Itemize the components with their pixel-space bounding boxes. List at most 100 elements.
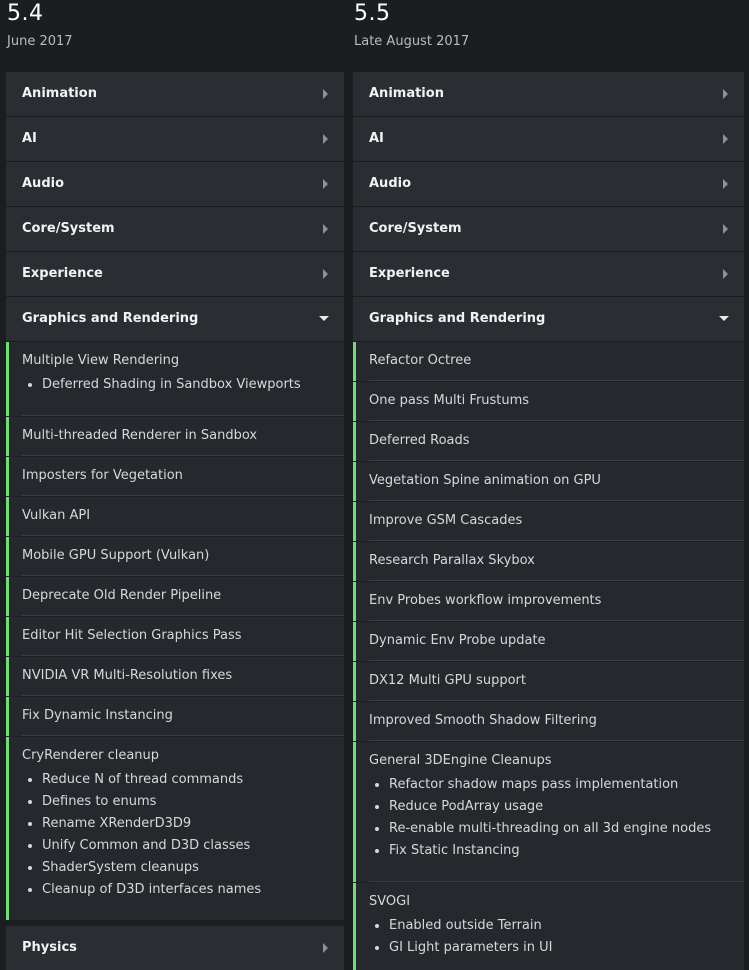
item-title: Improved Smooth Shadow Filtering bbox=[369, 713, 597, 728]
category-label: Audio bbox=[22, 176, 65, 191]
item-title: Dynamic Env Probe update bbox=[369, 633, 546, 648]
item-title: Vegetation Spine animation on GPU bbox=[369, 473, 601, 488]
category-experience[interactable]: Experience bbox=[6, 252, 344, 296]
category-graphics-rendering[interactable]: Graphics and Rendering bbox=[353, 297, 744, 341]
roadmap-item: NVIDIA VR Multi-Resolution fixes bbox=[6, 657, 344, 696]
category-animation[interactable]: Animation bbox=[353, 72, 744, 116]
category-ai[interactable]: AI bbox=[6, 117, 344, 161]
item-title: Multiple View Rendering bbox=[22, 353, 180, 368]
item-title: CryRenderer cleanup bbox=[22, 748, 160, 763]
category-ai[interactable]: AI bbox=[353, 117, 744, 161]
roadmap-items-list: Multiple View Rendering Deferred Shading… bbox=[6, 342, 344, 920]
item-title: Multi-threaded Renderer in Sandbox bbox=[22, 428, 258, 443]
roadmap-item: SVOGI Enabled outside Terrain GI Light p… bbox=[353, 883, 744, 970]
chevron-right-icon bbox=[723, 89, 728, 99]
version-number: 5.5 bbox=[354, 1, 391, 26]
chevron-right-icon bbox=[723, 224, 728, 234]
bullet-list: Enabled outside Terrain GI Light paramet… bbox=[369, 915, 744, 959]
roadmap-item: Fix Dynamic Instancing bbox=[6, 697, 344, 736]
category-audio[interactable]: Audio bbox=[353, 162, 744, 206]
category-label: Graphics and Rendering bbox=[369, 311, 546, 326]
roadmap-item: Imposters for Vegetation bbox=[6, 457, 344, 496]
chevron-right-icon bbox=[323, 89, 328, 99]
roadmap-item: General 3DEngine Cleanups Refactor shado… bbox=[353, 742, 744, 882]
roadmap-item: Dynamic Env Probe update bbox=[353, 622, 744, 661]
bullet-item: Unify Common and D3D classes bbox=[42, 835, 344, 857]
bullet-item: Reduce N of thread commands bbox=[42, 769, 344, 791]
bullet-item: GI Light parameters in UI bbox=[389, 937, 744, 959]
category-label: Graphics and Rendering bbox=[22, 311, 199, 326]
item-title: Env Probes workflow improvements bbox=[369, 593, 602, 608]
category-core-system[interactable]: Core/System bbox=[6, 207, 344, 251]
category-label: Core/System bbox=[22, 221, 115, 236]
bullet-list: Deferred Shading in Sandbox Viewports bbox=[22, 374, 344, 396]
category-label: Experience bbox=[369, 266, 450, 281]
roadmap-item: Vulkan API bbox=[6, 497, 344, 536]
category-label: Experience bbox=[22, 266, 103, 281]
bullet-item: Cleanup of D3D interfaces names bbox=[42, 879, 344, 901]
category-label: Animation bbox=[369, 86, 444, 101]
roadmap-item: Improved Smooth Shadow Filtering bbox=[353, 702, 744, 741]
item-title: Refactor Octree bbox=[369, 353, 472, 368]
bullet-list: Reduce N of thread commands Defines to e… bbox=[22, 769, 344, 901]
category-label: Audio bbox=[369, 176, 412, 191]
item-title: Improve GSM Cascades bbox=[369, 513, 523, 528]
roadmap-item: Editor Hit Selection Graphics Pass bbox=[6, 617, 344, 656]
version-number: 5.4 bbox=[7, 1, 44, 26]
roadmap-item: Multiple View Rendering Deferred Shading… bbox=[6, 342, 344, 416]
bullet-item: Defines to enums bbox=[42, 791, 344, 813]
roadmap-item: Mobile GPU Support (Vulkan) bbox=[6, 537, 344, 576]
category-animation[interactable]: Animation bbox=[6, 72, 344, 116]
roadmap-item: Refactor Octree bbox=[353, 342, 744, 381]
column-5-5: 5.5 Late August 2017 Animation AI Audio … bbox=[353, 0, 744, 970]
roadmap-item: CryRenderer cleanup Reduce N of thread c… bbox=[6, 737, 344, 920]
category-experience[interactable]: Experience bbox=[353, 252, 744, 296]
chevron-right-icon bbox=[323, 224, 328, 234]
bullet-list: Refactor shadow maps pass implementation… bbox=[369, 774, 744, 862]
category-physics[interactable]: Physics bbox=[6, 926, 344, 970]
roadmap-item: Vegetation Spine animation on GPU bbox=[353, 462, 744, 501]
item-title: NVIDIA VR Multi-Resolution fixes bbox=[22, 668, 233, 683]
bullet-item: Refactor shadow maps pass implementation bbox=[389, 774, 744, 796]
bullet-item: Re-enable multi-threading on all 3d engi… bbox=[389, 818, 744, 840]
roadmap-item: Research Parallax Skybox bbox=[353, 542, 744, 581]
category-label: AI bbox=[369, 131, 384, 146]
bullet-item: Rename XRenderD3D9 bbox=[42, 813, 344, 835]
roadmap-item: DX12 Multi GPU support bbox=[353, 662, 744, 701]
bullet-item: Deferred Shading in Sandbox Viewports bbox=[42, 374, 344, 396]
bullet-item: Enabled outside Terrain bbox=[389, 915, 744, 937]
category-graphics-rendering[interactable]: Graphics and Rendering bbox=[6, 297, 344, 341]
chevron-right-icon bbox=[323, 134, 328, 144]
roadmap-item: Deprecate Old Render Pipeline bbox=[6, 577, 344, 616]
roadmap-item: Deferred Roads bbox=[353, 422, 744, 461]
bullet-item: Fix Static Instancing bbox=[389, 840, 744, 862]
item-title: Fix Dynamic Instancing bbox=[22, 708, 173, 723]
item-title: Deferred Roads bbox=[369, 433, 470, 448]
chevron-right-icon bbox=[323, 269, 328, 279]
version-header: 5.4 June 2017 bbox=[6, 0, 344, 72]
chevron-right-icon bbox=[723, 179, 728, 189]
chevron-down-icon bbox=[319, 316, 329, 321]
version-header: 5.5 Late August 2017 bbox=[353, 0, 744, 72]
item-title: Deprecate Old Render Pipeline bbox=[22, 588, 222, 603]
roadmap-item: Improve GSM Cascades bbox=[353, 502, 744, 541]
category-audio[interactable]: Audio bbox=[6, 162, 344, 206]
chevron-right-icon bbox=[723, 134, 728, 144]
item-title: One pass Multi Frustums bbox=[369, 393, 530, 408]
item-title: Research Parallax Skybox bbox=[369, 553, 535, 568]
item-title: Mobile GPU Support (Vulkan) bbox=[22, 548, 210, 563]
item-title: DX12 Multi GPU support bbox=[369, 673, 526, 688]
release-date: June 2017 bbox=[7, 34, 73, 49]
category-label: Core/System bbox=[369, 221, 462, 236]
roadmap-item: Env Probes workflow improvements bbox=[353, 582, 744, 621]
item-title: SVOGI bbox=[369, 894, 411, 909]
category-label: Physics bbox=[22, 940, 77, 955]
chevron-right-icon bbox=[323, 179, 328, 189]
item-title: Editor Hit Selection Graphics Pass bbox=[22, 628, 242, 643]
chevron-right-icon bbox=[723, 269, 728, 279]
roadmap-item: One pass Multi Frustums bbox=[353, 382, 744, 421]
category-core-system[interactable]: Core/System bbox=[353, 207, 744, 251]
chevron-down-icon bbox=[719, 316, 729, 321]
item-title: Imposters for Vegetation bbox=[22, 468, 183, 483]
bullet-item: Reduce PodArray usage bbox=[389, 796, 744, 818]
